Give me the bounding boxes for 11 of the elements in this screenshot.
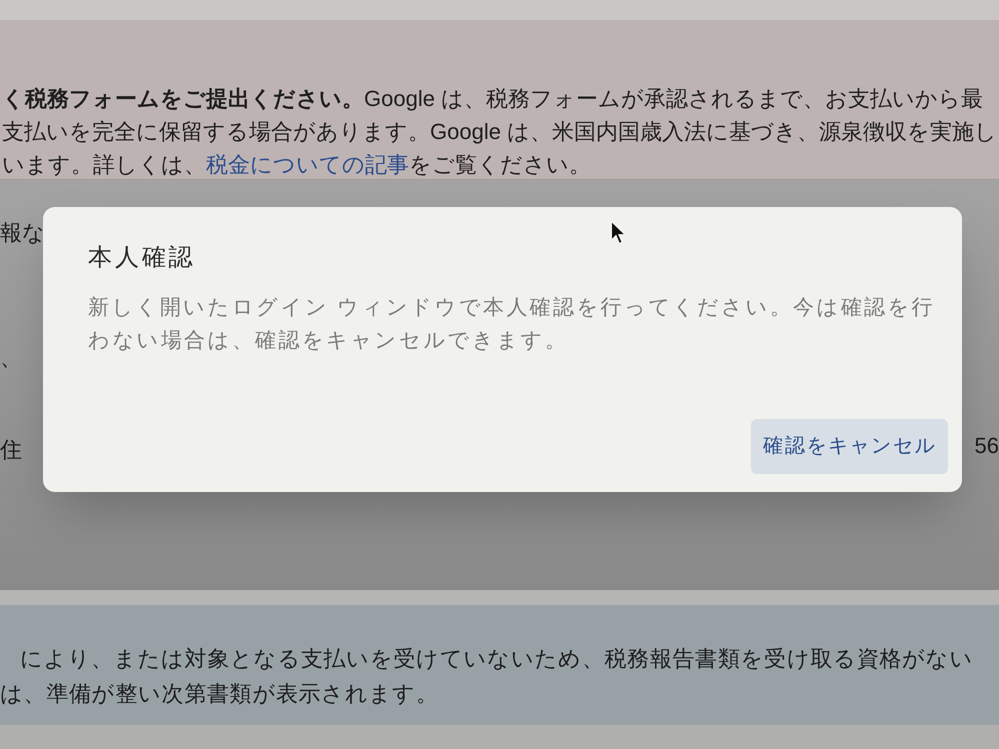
page-text-fragment: 報な bbox=[0, 220, 45, 246]
mouse-pointer-icon bbox=[611, 221, 626, 244]
tax-notice-text: く税務フォームをご提出ください。Google は、税務フォームが承認されるまで、お支払いから最 支払いを完全に保留する場合があります。Google は、米国内国歳入法に基づき、源泉徴収を実施し います。詳しくは、税金についての記事をご覧ください。 bbox=[1, 85, 998, 179]
dialog-message: 新しく開いたログイン ウィンドウで本人確認を行ってください。今は確認を行わない場合は、確認をキャンセルできます。 bbox=[88, 295, 936, 354]
cancel-verification-button[interactable]: 確認をキャンセル bbox=[751, 419, 948, 474]
eligibility-notice-text: により、または対象となる支払いを受けていないため、税務報告書類を受け取る資格がない は、準備が整い次第書類が表示されます。 bbox=[0, 645, 974, 708]
tax-article-link[interactable]: 税金についての記事 bbox=[206, 152, 409, 177]
page-text-fragment: 56 bbox=[974, 433, 999, 459]
page-text-fragment: 住 bbox=[0, 437, 22, 463]
page-text-fragment: 、 bbox=[0, 345, 22, 371]
dialog-title: 本人確認 bbox=[88, 243, 196, 273]
